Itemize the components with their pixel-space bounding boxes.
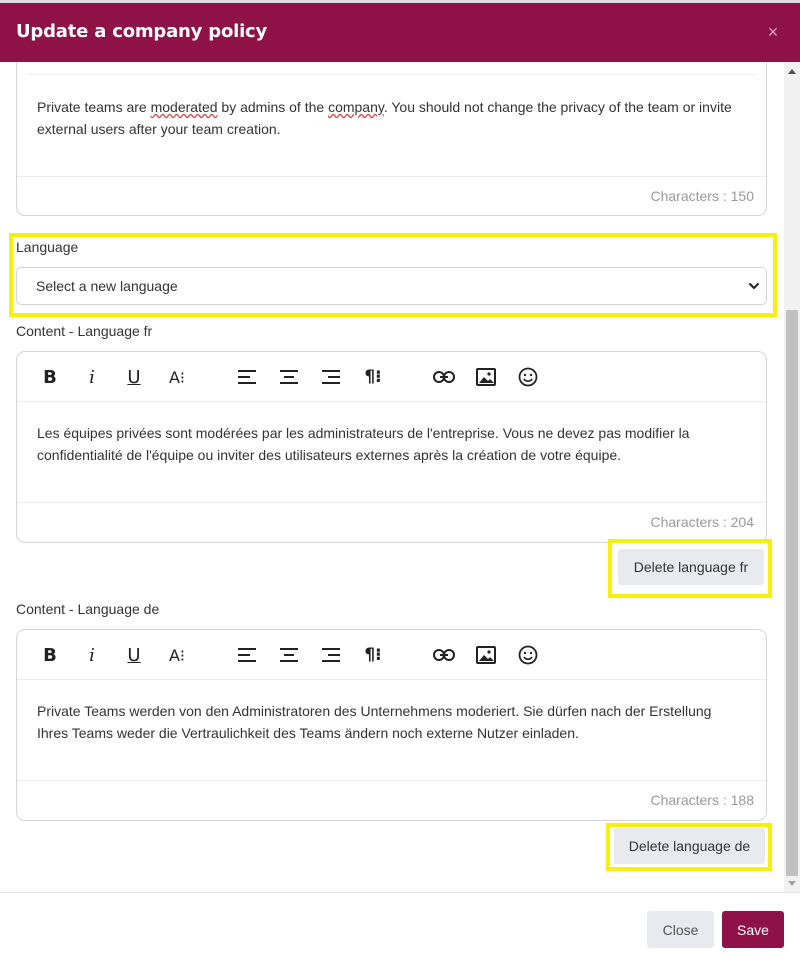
bold-icon[interactable]: B xyxy=(39,644,61,666)
delete-language-fr-button[interactable]: Delete language fr xyxy=(618,549,764,585)
underline-icon[interactable]: U xyxy=(123,366,145,388)
language-label: Language xyxy=(16,239,79,255)
align-center-icon[interactable] xyxy=(278,366,300,388)
font-size-icon[interactable]: A⁝ xyxy=(166,366,188,388)
align-center-icon[interactable] xyxy=(278,644,300,666)
image-icon[interactable] xyxy=(475,366,497,388)
character-counter: Characters : 188 xyxy=(650,792,755,808)
character-counter: Characters : 150 xyxy=(650,188,755,204)
character-counter-row: Characters : 204 xyxy=(17,502,766,542)
underline-icon[interactable]: U xyxy=(123,644,145,666)
language-select-value: Select a new language xyxy=(36,278,178,294)
emoji-icon[interactable] xyxy=(517,644,539,666)
toolbar-divider xyxy=(27,74,756,75)
bold-icon[interactable]: B xyxy=(39,366,61,388)
content-de-label: Content - Language de xyxy=(16,601,160,617)
editor-de-text[interactable]: Private Teams werden von den Administrat… xyxy=(37,700,742,744)
link-icon[interactable] xyxy=(433,644,455,666)
modal-scrollbar[interactable] xyxy=(784,62,800,892)
link-icon[interactable] xyxy=(433,366,455,388)
font-size-icon[interactable]: A⁝ xyxy=(166,644,188,666)
paragraph-icon[interactable]: ¶⁝ xyxy=(362,366,384,388)
save-button[interactable]: Save xyxy=(722,911,784,948)
image-icon[interactable] xyxy=(475,644,497,666)
editor-toolbar: B i U A⁝ ¶⁝ xyxy=(17,630,766,680)
close-button[interactable]: Close xyxy=(647,911,714,948)
align-right-icon[interactable] xyxy=(320,366,342,388)
emoji-icon[interactable] xyxy=(517,366,539,388)
content-fr-label: Content - Language fr xyxy=(16,323,153,339)
editor-fr-text[interactable]: Les équipes privées sont modérées par le… xyxy=(37,422,742,466)
editor-en-text[interactable]: Private teams are moderated by admins of… xyxy=(37,96,742,140)
delete-language-de-button[interactable]: Delete language de xyxy=(614,828,765,864)
editor-toolbar: B i U A⁝ ¶⁝ xyxy=(17,352,766,402)
paragraph-icon[interactable]: ¶⁝ xyxy=(362,644,384,666)
language-select[interactable]: Select a new language xyxy=(16,267,767,305)
italic-icon[interactable]: i xyxy=(81,644,103,666)
italic-icon[interactable]: i xyxy=(81,366,103,388)
modal-body: Private teams are moderated by admins of… xyxy=(0,62,800,892)
close-icon[interactable]: × xyxy=(764,21,782,43)
content-editor-de: B i U A⁝ ¶⁝ Private Teams werden von den… xyxy=(16,629,767,821)
scroll-down-arrow[interactable] xyxy=(784,878,800,890)
content-editor-fr: B i U A⁝ ¶⁝ Les équipes privées sont mod… xyxy=(16,351,767,543)
align-left-icon[interactable] xyxy=(236,366,258,388)
character-counter: Characters : 204 xyxy=(650,514,755,530)
modal-footer: Close Save xyxy=(0,892,800,964)
scroll-up-arrow[interactable] xyxy=(784,66,800,78)
character-counter-row: Characters : 150 xyxy=(17,176,766,216)
scrollbar-thumb[interactable] xyxy=(786,310,798,876)
modal-header: Update a company policy × xyxy=(0,3,800,62)
chevron-down-icon xyxy=(749,283,759,289)
align-right-icon[interactable] xyxy=(320,644,342,666)
modal-title: Update a company policy xyxy=(16,21,268,42)
align-left-icon[interactable] xyxy=(236,644,258,666)
character-counter-row: Characters : 188 xyxy=(17,780,766,820)
content-editor-en: Private teams are moderated by admins of… xyxy=(16,62,767,216)
